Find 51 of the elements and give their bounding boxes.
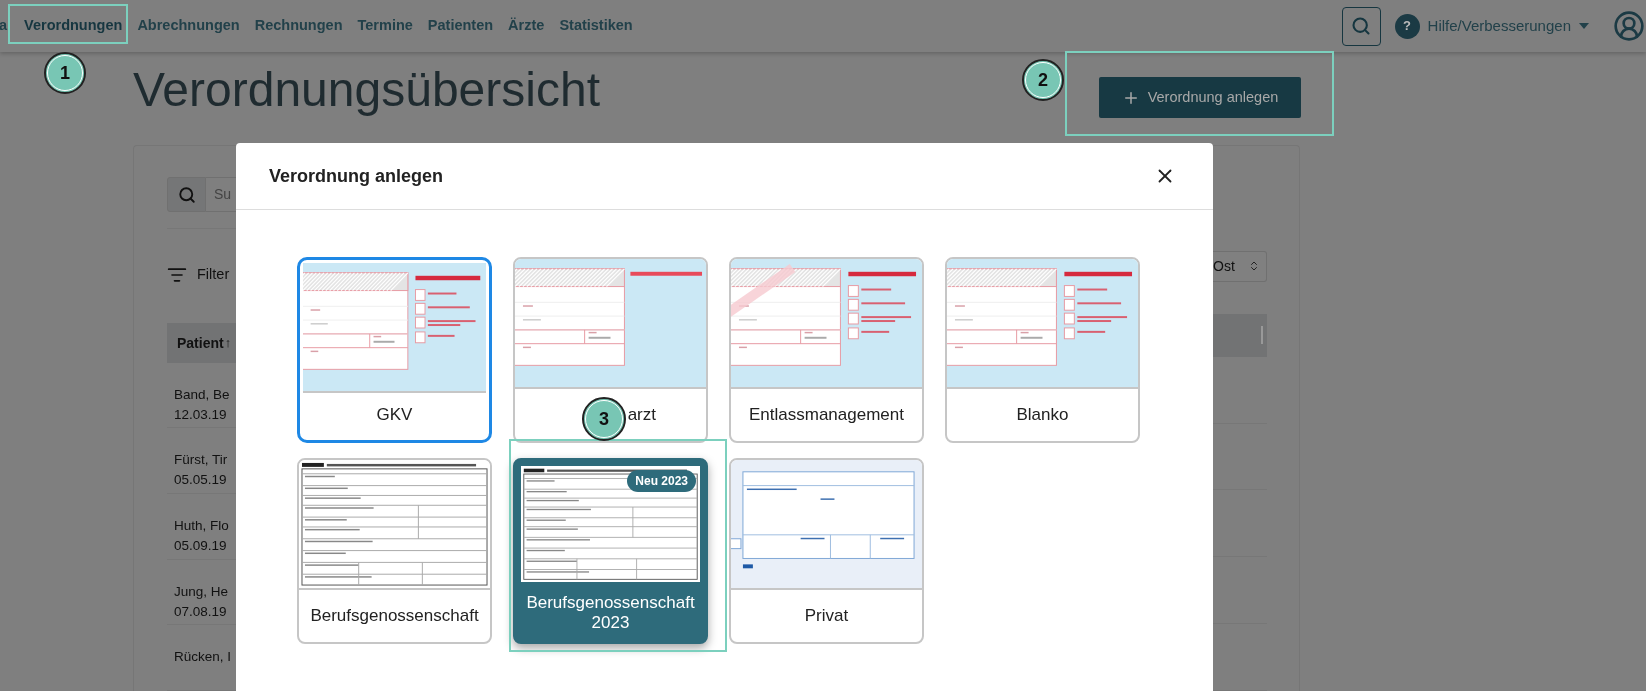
template-label: Privat: [804, 605, 849, 628]
avatar-icon[interactable]: [1613, 10, 1645, 42]
patient-name: Band, Be: [174, 385, 231, 404]
patient-birthdate: 05.05.19: [174, 471, 228, 490]
patient-name: Jung, He: [174, 582, 230, 601]
patient-name: Fürst, Tir: [174, 451, 229, 470]
step-marker: 2: [1022, 59, 1064, 101]
template-card[interactable]: Berufsgenossenschaft 2023 Neu 2023: [513, 458, 708, 644]
nav-link[interactable]: Verordnungen: [24, 15, 123, 37]
nav-link[interactable]: Patienten: [427, 15, 494, 37]
patient-name: Huth, Flo: [174, 517, 230, 536]
nav-link[interactable]: Rechnungen: [254, 15, 343, 37]
sort-select[interactable]: Ost: [1213, 250, 1267, 282]
template-label: GKV: [376, 404, 413, 427]
dialog-title: Verordnung anlegen: [269, 164, 444, 188]
nav-link[interactable]: a: [0, 15, 8, 37]
nav-link[interactable]: Termine: [357, 15, 413, 37]
template-label: Berufsgenossenschaft 2023: [525, 593, 696, 633]
help-badge: ?: [1394, 13, 1420, 39]
template-card[interactable]: GKV: [297, 257, 492, 443]
template-label: Berufsgenossenschaft: [310, 605, 479, 628]
template-card[interactable]: Blanko: [945, 257, 1140, 443]
new-badge: Neu 2023: [627, 470, 696, 492]
template-label: Blanko: [1016, 404, 1069, 427]
search-button[interactable]: [167, 177, 206, 212]
nav-link[interactable]: Abrechnungen: [137, 15, 240, 37]
nav-link[interactable]: Statistiken: [559, 15, 633, 37]
search-icon: [177, 185, 196, 204]
page-title: Verordnungsübersicht: [133, 66, 600, 114]
template-card[interactable]: Berufsgenossenschaft: [297, 458, 492, 644]
search-icon: [1351, 16, 1372, 36]
patient-birthdate: 05.09.19: [174, 537, 228, 556]
patient-name: Rücken, I: [174, 648, 233, 667]
table-header: [1213, 313, 1267, 357]
patient-birthdate: 07.08.19: [174, 602, 228, 621]
nav-link[interactable]: Ärzte: [508, 15, 545, 37]
column-header: Patient: [177, 333, 224, 353]
step-marker: 1: [44, 52, 86, 94]
help-label: Hilfe/Verbesserungen: [1427, 15, 1571, 36]
create-prescription-button[interactable]: Verordnung anlegen: [1099, 77, 1301, 118]
caret-icon: [1579, 23, 1589, 29]
filter-button[interactable]: Filter: [167, 263, 236, 287]
template-label: Entlassmanagement: [749, 404, 904, 427]
sort-caret-icon: [1248, 260, 1260, 273]
search-button[interactable]: [1341, 6, 1381, 46]
sort-arrow: ↑: [224, 334, 232, 353]
help-menu-button[interactable]: ? Hilfe/Verbesserungen: [1394, 13, 1589, 39]
template-label: arzt: [627, 404, 656, 427]
patient-birthdate: 12.03.19: [174, 405, 228, 424]
template-card[interactable]: Privat: [729, 458, 924, 644]
template-card[interactable]: Entlassmanagement: [729, 257, 924, 443]
